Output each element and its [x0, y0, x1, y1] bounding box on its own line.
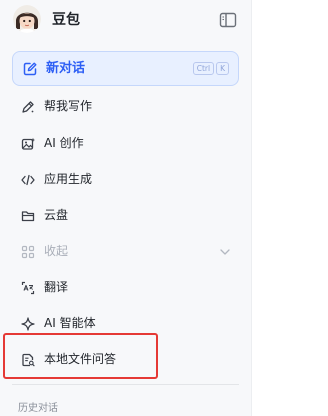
- nav-item-ai-agent[interactable]: AI 智能体: [12, 309, 239, 339]
- new-chat-button[interactable]: 新对话 Ctrl K: [12, 51, 239, 86]
- nav-item-label: 云盘: [44, 208, 69, 222]
- app-name: 豆包: [52, 12, 80, 28]
- history-heading: 历史对话: [18, 403, 58, 414]
- nav-item-label: 帮我写作: [44, 99, 93, 113]
- divider: [12, 384, 239, 385]
- nav-item-label: 本地文件问答: [44, 352, 117, 366]
- nav-item-ai-create[interactable]: AI 创作: [12, 129, 239, 159]
- pen-write-icon: [21, 100, 35, 114]
- shortcut-key-ctrl: Ctrl: [192, 62, 215, 75]
- shortcut-hint: Ctrl K: [192, 62, 229, 75]
- avatar[interactable]: [13, 5, 41, 33]
- code-brackets-icon: [21, 173, 35, 187]
- nav-item-translate[interactable]: 翻译: [12, 273, 239, 303]
- sidebar: 豆包 新对话 Ctrl K 帮我写作 AI 创作 应用生成 云盘 收起 翻译 A…: [0, 0, 252, 416]
- edit-square-icon: [22, 61, 38, 77]
- nav-item-cloud-drive[interactable]: 云盘: [12, 201, 239, 231]
- apps-grid-icon: [21, 245, 35, 259]
- nav-item-label: 翻译: [44, 280, 69, 294]
- shortcut-key-k: K: [216, 62, 229, 75]
- nav-item-writing[interactable]: 帮我写作: [12, 92, 239, 122]
- nav-item-label: AI 创作: [44, 136, 84, 150]
- nav-item-app-generate[interactable]: 应用生成: [12, 165, 239, 195]
- cloud-folder-icon: [21, 209, 35, 223]
- nav-item-label: AI 智能体: [44, 316, 96, 330]
- new-chat-label: 新对话: [46, 61, 86, 76]
- nav-item-local-file-qa[interactable]: 本地文件问答: [12, 345, 239, 375]
- avatar-image: [13, 5, 41, 33]
- nav-item-label: 收起: [44, 244, 69, 258]
- image-create-icon: [21, 137, 35, 151]
- nav-item-collapse[interactable]: 收起: [12, 237, 239, 267]
- translate-icon: [21, 281, 35, 295]
- chevron-down-icon: [219, 247, 231, 257]
- sparkle-icon: [21, 317, 35, 331]
- nav-item-label: 应用生成: [44, 172, 93, 186]
- sidebar-header: 豆包: [0, 0, 251, 40]
- sidebar-collapse-icon[interactable]: [219, 12, 237, 28]
- file-search-icon: [21, 353, 35, 367]
